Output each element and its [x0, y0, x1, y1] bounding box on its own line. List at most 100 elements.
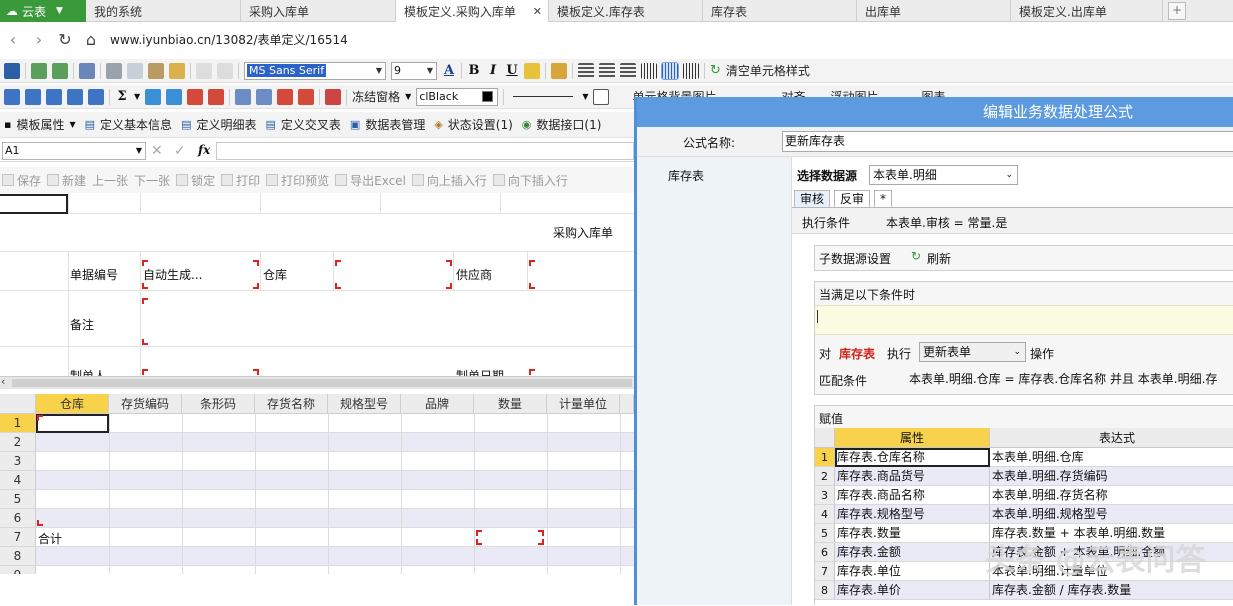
save-button[interactable]: 保存	[2, 172, 41, 189]
export-excel-button[interactable]: 导出Excel	[335, 172, 406, 189]
row-number[interactable]: 2	[0, 433, 36, 452]
lock-button[interactable]: 锁定	[176, 172, 215, 189]
assignment-table[interactable]: 属性 表达式 1 库存表.仓库名称 本表单.明细.仓库 2 库存表.商品货号 本表单.明…	[815, 428, 1233, 606]
table-icon[interactable]	[25, 88, 41, 105]
reload-icon[interactable]: ↻	[52, 30, 78, 49]
refresh-icon[interactable]: ↻	[911, 249, 921, 263]
table-row[interactable]: 合计	[36, 528, 634, 547]
doc-no-value[interactable]: 自动生成...	[143, 266, 202, 283]
table-icon[interactable]	[46, 88, 62, 105]
page-setup-icon[interactable]	[79, 62, 95, 79]
prev-button[interactable]: 上一张	[92, 172, 128, 189]
assignment-row[interactable]: 8 库存表.单价 库存表.金额 / 库存表.数量	[815, 581, 1233, 600]
border-clear-icon[interactable]	[298, 88, 315, 105]
grid-column-header[interactable]: 条形码	[182, 394, 255, 414]
datatable-manager-button[interactable]: 数据表管理	[365, 116, 425, 133]
assignment-attr[interactable]: 库存表.金额	[835, 543, 990, 562]
chevron-left-icon[interactable]: ‹	[1, 375, 5, 388]
assignment-attr[interactable]: 库存表.单位	[835, 562, 990, 581]
freeze-panes-button[interactable]: 冻结窗格	[352, 88, 400, 105]
print-preview-button[interactable]: 打印预览	[266, 172, 329, 189]
paste-icon[interactable]	[148, 62, 164, 79]
redo-icon[interactable]	[217, 62, 233, 79]
basic-info-button[interactable]: 定义基本信息	[100, 116, 172, 133]
table-row[interactable]	[36, 509, 634, 528]
subtab-unapprove[interactable]: 反审	[834, 190, 871, 207]
exec-condition-value[interactable]: 本表单.审核 = 常量.是	[886, 214, 1007, 231]
tab-inventory[interactable]: 库存表	[703, 0, 857, 22]
row-number[interactable]: 8	[0, 547, 36, 566]
table-row[interactable]	[36, 490, 634, 509]
import-icon[interactable]	[31, 62, 47, 79]
format-painter-icon[interactable]	[169, 62, 185, 79]
cell-reference-select[interactable]: A1 ▼	[2, 142, 146, 160]
formula-name-input[interactable]: 更新库存表	[782, 131, 1233, 152]
tab-template-purchase-receipt[interactable]: 模板定义.采购入库单 ✕	[396, 0, 549, 22]
subtab-all[interactable]: *	[874, 190, 892, 207]
scrollbar-thumb[interactable]	[12, 379, 632, 387]
confirm-icon[interactable]: ✓	[174, 143, 186, 159]
save-icon[interactable]	[4, 62, 20, 79]
font-color-icon[interactable]: A	[442, 63, 456, 78]
table-row[interactable]	[36, 547, 634, 566]
table-row[interactable]	[36, 452, 634, 471]
template-attr-button[interactable]: 模板属性	[16, 116, 64, 133]
row-number[interactable]: 6	[0, 509, 36, 528]
delete-row-icon[interactable]	[187, 88, 204, 105]
assignment-attr[interactable]: 库存表.商品名称	[835, 486, 990, 505]
cancel-icon[interactable]: ✕	[151, 143, 163, 159]
data-interface-button[interactable]: 数据接口(1)	[536, 116, 601, 133]
home-icon[interactable]: ⌂	[78, 30, 104, 49]
tab-template-inventory[interactable]: 模板定义.库存表	[549, 0, 703, 22]
grid-border-icon[interactable]	[593, 88, 610, 105]
color-select[interactable]: clBlack	[416, 87, 499, 106]
underline-button[interactable]: U	[505, 63, 519, 78]
insert-row-above-button[interactable]: 向上插入行	[411, 172, 487, 189]
border-icon[interactable]	[277, 88, 294, 105]
subtab-approve[interactable]: 审核	[794, 190, 831, 207]
row-number[interactable]: 4	[0, 471, 36, 490]
row-number[interactable]: 1	[0, 414, 36, 433]
assignment-attr[interactable]: 库存表.数量	[835, 524, 990, 543]
assignment-row[interactable]: 1 库存表.仓库名称 本表单.明细.仓库	[815, 448, 1233, 467]
delete-col-icon[interactable]	[208, 88, 225, 105]
app-logo-menu[interactable]: ☁ 云表 ▼	[0, 0, 86, 22]
grid-column-header[interactable]: 存货编码	[109, 394, 182, 414]
assignment-expr[interactable]: 本表单.明细.存货编码	[990, 467, 1233, 486]
tab-template-outbound[interactable]: 模板定义.出库单	[1011, 0, 1163, 22]
assignment-attr[interactable]: 库存表.规格型号	[835, 505, 990, 524]
barcode2-icon[interactable]	[683, 62, 699, 79]
export-icon[interactable]	[52, 62, 68, 79]
lock-icon[interactable]	[551, 62, 567, 79]
state-settings-button[interactable]: 状态设置(1)	[448, 116, 513, 133]
function-icon[interactable]: fx	[198, 143, 210, 157]
grid-column-header[interactable]: 存货名称	[255, 394, 328, 414]
table-icon[interactable]	[67, 88, 83, 105]
close-icon[interactable]: ✕	[533, 5, 542, 18]
attr-column-header[interactable]: 属性	[835, 428, 990, 448]
data-source-select[interactable]: 本表单.明细 ⌄	[869, 165, 1018, 185]
assignment-expr[interactable]: 本表单.明细.仓库	[990, 448, 1233, 467]
condition-input[interactable]	[815, 305, 1233, 335]
copy-icon[interactable]	[127, 62, 143, 79]
detail-grid[interactable]: 仓库 存货编码 条形码 存货名称 规格型号 品牌 数量 计量单位 1 2 3 4…	[0, 394, 634, 574]
assignment-expr[interactable]: 本表单.明细.存货名称	[990, 486, 1233, 505]
cut-icon[interactable]	[106, 62, 122, 79]
assignment-expr[interactable]: 本表单.明细.规格型号	[990, 505, 1233, 524]
horizontal-scrollbar[interactable]: ‹	[0, 375, 634, 389]
grid-column-header[interactable]: 规格型号	[328, 394, 401, 414]
new-tab-button[interactable]: +	[1168, 2, 1186, 20]
assignment-attr[interactable]: 库存表.商品货号	[835, 467, 990, 486]
align-left-icon[interactable]	[578, 62, 594, 79]
clear-format-button[interactable]: 清空单元格样式	[726, 62, 810, 79]
print-button[interactable]: 打印	[221, 172, 260, 189]
action-select[interactable]: 更新表单 ⌄	[919, 342, 1026, 362]
tab-purchase-receipt[interactable]: 采购入库单	[241, 0, 396, 22]
align-right-icon[interactable]	[620, 62, 636, 79]
grid-column-header[interactable]: 计量单位	[547, 394, 620, 414]
font-size-select[interactable]: 9 ▼	[391, 61, 437, 80]
italic-button[interactable]: I	[486, 63, 500, 78]
barcode-active-icon[interactable]	[661, 61, 679, 80]
row-number[interactable]: 9	[0, 566, 36, 574]
assignment-attr[interactable]: 库存表.单价	[835, 581, 990, 600]
